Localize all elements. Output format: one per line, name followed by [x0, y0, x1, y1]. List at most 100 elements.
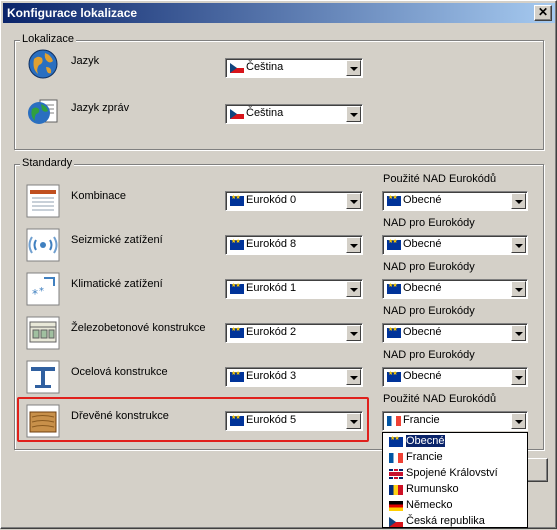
globe-icon: [26, 47, 60, 81]
globe-document-icon: [26, 94, 60, 128]
ocelova-code-select[interactable]: Eurokód 3: [225, 367, 363, 387]
eu-flag-icon: [230, 238, 244, 250]
lokalizace-group-title: Lokalizace: [20, 33, 76, 45]
zelezobetonove-label: Železobetonové konstrukce: [71, 322, 206, 334]
combination-icon: [26, 184, 60, 218]
zelezobetonove-nad-select[interactable]: Obecné: [382, 323, 528, 343]
concrete-icon: [26, 316, 60, 350]
ocelova-code-value: Eurokód 3: [246, 370, 297, 382]
kombinace-nad-select[interactable]: Obecné: [382, 191, 528, 211]
jazyk-label: Jazyk: [71, 55, 100, 67]
seizmicke-label: Seizmické zatížení: [71, 234, 163, 246]
dropdown-item-nemecko[interactable]: Německo: [384, 498, 526, 514]
zelezobetonove-nad-value: Obecné: [403, 326, 442, 338]
nad-header-5: Použité NAD Eurokódů: [383, 393, 497, 405]
seizmicke-nad-select[interactable]: Obecné: [382, 235, 528, 255]
eu-flag-icon: [389, 435, 403, 447]
dropdown-item-label: Obecné: [405, 434, 446, 448]
chevron-down-icon[interactable]: [346, 237, 361, 253]
timber-icon: [26, 404, 60, 438]
seizmicke-code-select[interactable]: Eurokód 8: [225, 235, 363, 255]
dropdown-item-spojene-kralovstvi[interactable]: Spojené Království: [384, 466, 526, 482]
jazyk-zprav-label: Jazyk zpráv: [71, 102, 130, 114]
jazyk-select[interactable]: Čeština: [225, 58, 363, 78]
svg-text:*: *: [32, 287, 38, 301]
nad-dropdown-list: Obecné Francie Spojené Království Rumuns…: [382, 432, 528, 528]
title-bar[interactable]: Konfigurace lokalizace ✕: [3, 3, 555, 23]
chevron-down-icon[interactable]: [346, 413, 361, 429]
nad-header-0: Použité NAD Eurokódů: [383, 173, 497, 185]
czech-flag-icon: [230, 63, 244, 73]
romania-flag-icon: [389, 485, 403, 495]
dropdown-item-label: Francie: [406, 451, 443, 463]
eu-flag-icon: [387, 282, 401, 294]
klimaticke-code-select[interactable]: Eurokód 1: [225, 279, 363, 299]
close-button[interactable]: ✕: [534, 5, 552, 21]
eu-flag-icon: [387, 238, 401, 250]
dropdown-item-label: Česká republika: [406, 515, 485, 527]
dropdown-item-obecne[interactable]: Obecné: [384, 434, 526, 450]
zelezobetonove-code-select[interactable]: Eurokód 2: [225, 323, 363, 343]
chevron-down-icon[interactable]: [511, 237, 526, 253]
jazyk-zprav-value: Čeština: [246, 107, 284, 119]
zelezobetonove-code-value: Eurokód 2: [246, 326, 297, 338]
drevene-code-select[interactable]: Eurokód 5: [225, 411, 363, 431]
seismic-icon: [26, 228, 60, 262]
klimaticke-nad-select[interactable]: Obecné: [382, 279, 528, 299]
eu-flag-icon: [387, 326, 401, 338]
nad-header-3: NAD pro Eurokódy: [383, 305, 475, 317]
ocelova-nad-value: Obecné: [403, 370, 442, 382]
chevron-down-icon[interactable]: [346, 106, 361, 122]
chevron-down-icon[interactable]: [511, 369, 526, 385]
klimaticke-label: Klimatické zatížení: [71, 278, 163, 290]
uk-flag-icon: [389, 469, 403, 479]
eu-flag-icon: [230, 194, 244, 206]
chevron-down-icon[interactable]: [346, 369, 361, 385]
seizmicke-nad-value: Obecné: [403, 238, 442, 250]
kombinace-nad-value: Obecné: [403, 194, 442, 206]
chevron-down-icon[interactable]: [511, 325, 526, 341]
ocelova-label: Ocelová konstrukce: [71, 366, 168, 378]
ocelova-nad-select[interactable]: Obecné: [382, 367, 528, 387]
steel-icon: [26, 360, 60, 394]
dropdown-item-francie[interactable]: Francie: [384, 450, 526, 466]
france-flag-icon: [387, 416, 401, 426]
drevene-nad-value: Francie: [403, 414, 440, 426]
dropdown-item-ceska-republika[interactable]: Česká republika: [384, 514, 526, 530]
czech-flag-icon: [230, 109, 244, 119]
dropdown-item-rumunsko[interactable]: Rumunsko: [384, 482, 526, 498]
dropdown-item-label: Německo: [406, 499, 453, 511]
nad-header-4: NAD pro Eurokódy: [383, 349, 475, 361]
eu-flag-icon: [230, 326, 244, 338]
eu-flag-icon: [387, 370, 401, 382]
chevron-down-icon[interactable]: [346, 281, 361, 297]
germany-flag-icon: [389, 501, 403, 511]
window-title: Konfigurace lokalizace: [7, 6, 138, 20]
seizmicke-code-value: Eurokód 8: [246, 238, 297, 250]
dropdown-item-label: Spojené Království: [406, 467, 498, 479]
chevron-down-icon[interactable]: [511, 413, 526, 429]
klimaticke-code-value: Eurokód 1: [246, 282, 297, 294]
kombinace-label: Kombinace: [71, 190, 127, 202]
eu-flag-icon: [230, 414, 244, 426]
nad-header-1: NAD pro Eurokódy: [383, 217, 475, 229]
czech-flag-icon: [389, 517, 403, 527]
chevron-down-icon[interactable]: [346, 193, 361, 209]
eu-flag-icon: [230, 370, 244, 382]
jazyk-zprav-select[interactable]: Čeština: [225, 104, 363, 124]
chevron-down-icon[interactable]: [346, 325, 361, 341]
jazyk-value: Čeština: [246, 61, 284, 73]
drevene-nad-select[interactable]: Francie: [382, 411, 528, 431]
chevron-down-icon[interactable]: [346, 60, 361, 76]
svg-text:*: *: [39, 286, 44, 297]
klimaticke-nad-value: Obecné: [403, 282, 442, 294]
chevron-down-icon[interactable]: [511, 281, 526, 297]
drevene-code-value: Eurokód 5: [246, 414, 297, 426]
close-icon: ✕: [538, 5, 549, 19]
kombinace-code-select[interactable]: Eurokód 0: [225, 191, 363, 211]
france-flag-icon: [389, 453, 403, 463]
drevene-label: Dřevěné konstrukce: [71, 410, 169, 422]
chevron-down-icon[interactable]: [511, 193, 526, 209]
nad-header-2: NAD pro Eurokódy: [383, 261, 475, 273]
kombinace-code-value: Eurokód 0: [246, 194, 297, 206]
